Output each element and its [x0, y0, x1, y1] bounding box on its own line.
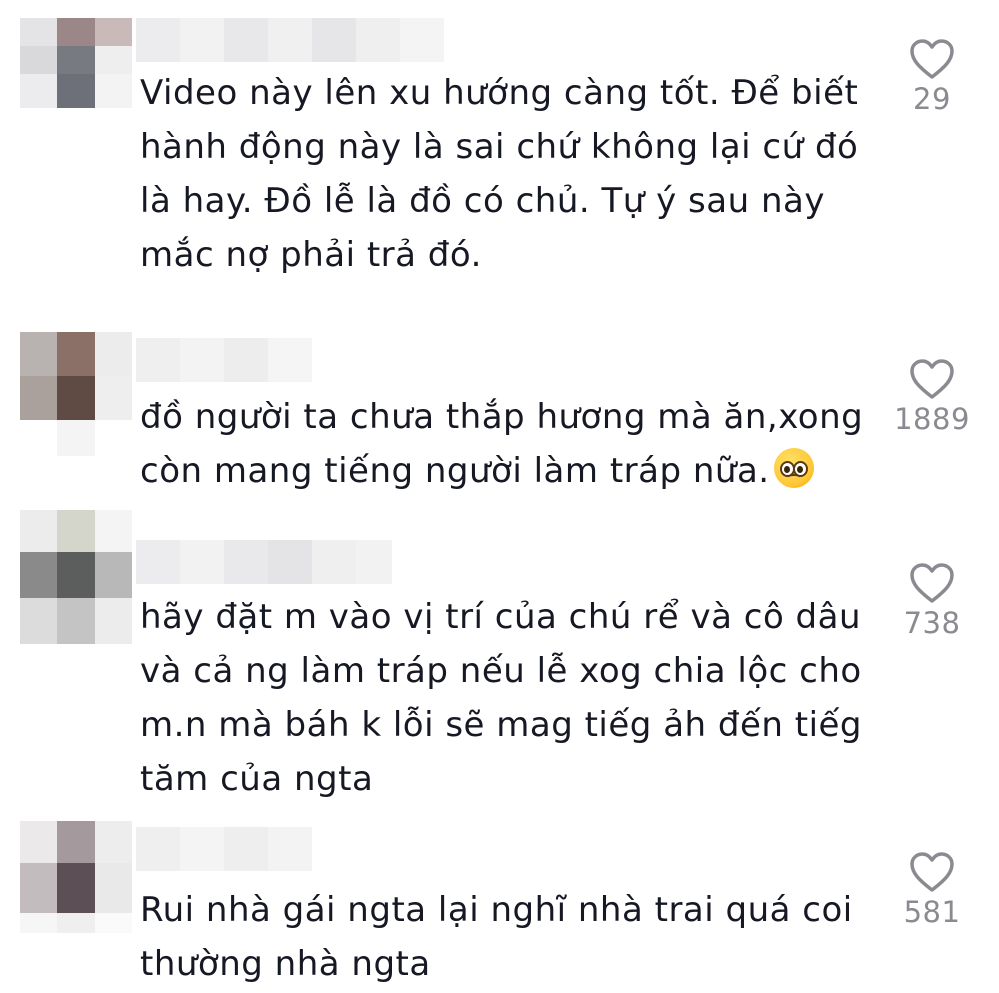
heart-outline-icon — [910, 359, 954, 399]
heart-outline-icon — [910, 852, 954, 892]
comment-item: đồ người ta chưa thắp hương mà ăn,xong c… — [0, 320, 999, 510]
like-count: 29 — [913, 82, 951, 116]
username-redacted[interactable] — [136, 338, 312, 382]
comment-item: hãy đặt m vào vị trí của chú rể và cô dâ… — [0, 510, 999, 815]
avatar[interactable] — [20, 821, 132, 933]
comment-text-body: đồ người ta chưa thắp hương mà ăn,xong c… — [140, 397, 864, 491]
pleading-face-emoji — [773, 448, 814, 488]
like-button[interactable]: 738 — [887, 562, 977, 640]
avatar[interactable] — [20, 510, 132, 644]
comment-item: Video này lên xu hướng càng tốt. Để biết… — [0, 0, 999, 320]
comment-text: đồ người ta chưa thắp hương mà ăn,xong c… — [140, 390, 870, 498]
like-count: 581 — [903, 895, 961, 929]
comment-text: hãy đặt m vào vị trí của chú rể và cô dâ… — [140, 597, 863, 799]
heart-outline-icon — [910, 563, 954, 603]
username-redacted[interactable] — [136, 540, 392, 584]
comment-text: Rui nhà gái ngta lại nghĩ nhà trai quá c… — [140, 890, 853, 984]
username-redacted[interactable] — [136, 18, 444, 62]
like-button[interactable]: 1889 — [887, 358, 977, 436]
like-count: 738 — [903, 606, 961, 640]
username-redacted[interactable] — [136, 827, 312, 871]
avatar[interactable] — [20, 18, 132, 108]
avatar[interactable] — [20, 332, 132, 456]
like-count: 1889 — [894, 402, 970, 436]
like-button[interactable]: 581 — [887, 851, 977, 929]
comment-text: Video này lên xu hướng càng tốt. Để biết… — [140, 73, 859, 275]
heart-outline-icon — [910, 39, 954, 79]
comment-item: Rui nhà gái ngta lại nghĩ nhà trai quá c… — [0, 815, 999, 993]
like-button[interactable]: 29 — [887, 38, 977, 116]
